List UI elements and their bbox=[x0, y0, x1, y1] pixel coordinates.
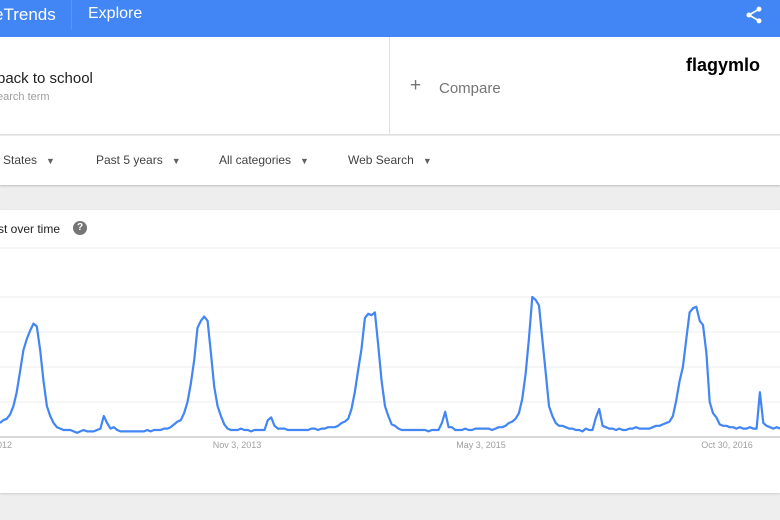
filter-label: Web Search bbox=[348, 153, 414, 167]
filter-region[interactable]: l States ▼ bbox=[0, 153, 55, 167]
filter-label: All categories bbox=[219, 153, 291, 167]
divider bbox=[389, 37, 390, 135]
search-term-caption: earch term bbox=[0, 91, 50, 103]
explore-title: Explore bbox=[88, 5, 142, 23]
header-divider bbox=[71, 0, 72, 30]
trends-logo[interactable]: eTrends bbox=[0, 5, 56, 25]
interest-over-time-card: st over time ? 2012Nov 3, 2013May 3, 201… bbox=[0, 210, 780, 493]
search-panel: back to school earch term + Compare flag… bbox=[0, 37, 780, 135]
compare-button[interactable]: Compare bbox=[439, 80, 501, 97]
watermark-text: flagymlo bbox=[686, 55, 760, 76]
share-icon[interactable] bbox=[744, 5, 764, 25]
x-tick-label: Nov 3, 2013 bbox=[213, 440, 262, 450]
line-chart: 2012 Nov 3, 2013 May 3, 2015 Oct 30, 2016 bbox=[0, 210, 780, 493]
caret-down-icon: ▼ bbox=[300, 156, 309, 166]
filter-bar: l States▼ Past 5 years▼ All categories▼ … bbox=[0, 136, 780, 185]
filter-label: l States bbox=[0, 153, 37, 167]
filter-time[interactable]: Past 5 years ▼ bbox=[96, 153, 181, 167]
x-tick-label: May 3, 2015 bbox=[456, 440, 506, 450]
caret-down-icon: ▼ bbox=[172, 156, 181, 166]
search-term[interactable]: back to school bbox=[0, 70, 93, 87]
caret-down-icon: ▼ bbox=[46, 156, 55, 166]
x-tick-label: 2012 bbox=[0, 440, 12, 450]
top-bar: eTrends Explore bbox=[0, 0, 780, 37]
plus-icon[interactable]: + bbox=[410, 75, 421, 97]
filter-search-type[interactable]: Web Search ▼ bbox=[348, 153, 432, 167]
series-line bbox=[0, 297, 780, 433]
x-tick-label: Oct 30, 2016 bbox=[701, 440, 753, 450]
filter-category[interactable]: All categories ▼ bbox=[219, 153, 309, 167]
filter-label: Past 5 years bbox=[96, 153, 163, 167]
caret-down-icon: ▼ bbox=[423, 156, 432, 166]
